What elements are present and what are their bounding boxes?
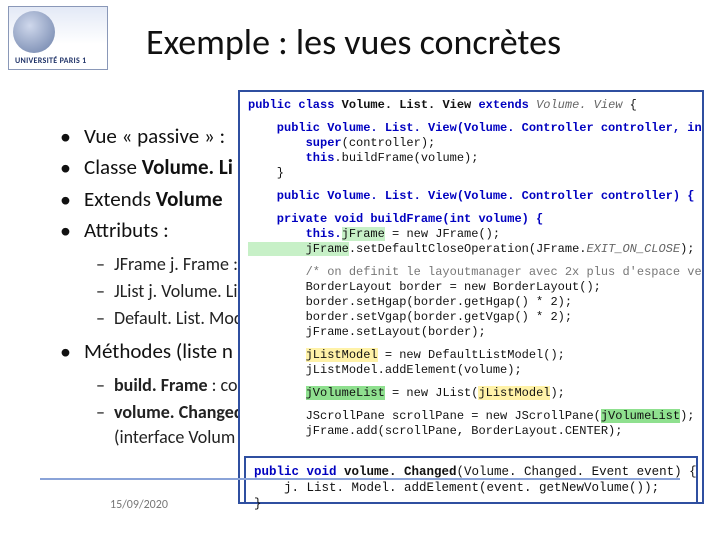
- footer-rule: [40, 478, 680, 480]
- code-panel: public class Volume. List. View extends …: [238, 90, 704, 504]
- university-logo: UNIVERSITÉ PARIS 1: [8, 6, 108, 70]
- footer-date: 15/09/2020: [110, 498, 168, 512]
- logo-text: UNIVERSITÉ PARIS 1: [15, 56, 87, 66]
- code-inset: public void volume. Changed(Volume. Chan…: [244, 456, 698, 504]
- slide-title: Exemple : les vues concrètes: [146, 20, 561, 64]
- logo-emblem: [13, 11, 55, 53]
